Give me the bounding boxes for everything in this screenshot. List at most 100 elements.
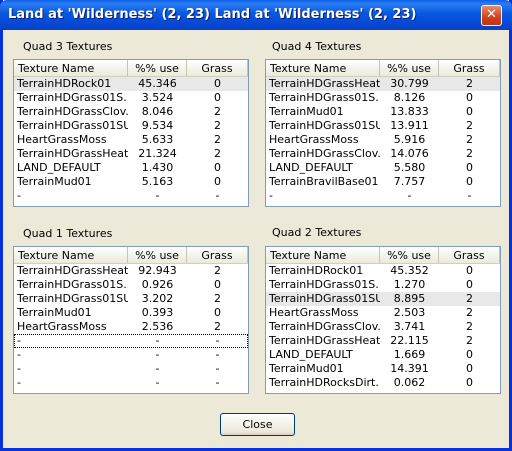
use-percent-cell: 8.895	[393, 292, 426, 305]
column-header-use[interactable]: %% use	[380, 247, 439, 263]
table-row[interactable]: TerrainHDGrass01S... 8.126 0	[266, 91, 500, 105]
use-percent-cell: -	[407, 189, 412, 202]
close-button[interactable]: Close	[220, 413, 295, 436]
quad1-label: Quad 1 Textures	[23, 227, 113, 240]
grass-cell: 0	[466, 362, 473, 375]
texture-name-cell: TerrainHDGrassClov...	[269, 147, 380, 160]
table-row[interactable]: TerrainHDGrass01S... 1.270 0	[266, 278, 500, 292]
texture-name-cell: TerrainHDGrass01S...	[269, 278, 380, 291]
title-bar[interactable]: Land at 'Wilderness' (2, 23) Land at 'Wi…	[0, 0, 512, 30]
table-row[interactable]: TerrainHDGrass01S... 3.524 0	[14, 91, 248, 105]
table-row[interactable]: LAND_DEFAULT 5.580 0	[266, 161, 500, 175]
texture-name-cell: TerrainHDRock01	[269, 264, 364, 277]
table-row[interactable]: ---	[14, 348, 248, 362]
table-row[interactable]: TerrainHDGrass01SU 3.202 2	[14, 292, 248, 306]
table-row[interactable]: TerrainHDGrassClov... 8.046 2	[14, 105, 248, 119]
grass-cell: 2	[466, 77, 473, 90]
table-row[interactable]: TerrainHDGrass01SU 13.911 2	[266, 119, 500, 133]
table-row[interactable]: TerrainHDRocksDirt... 0.062 0	[266, 376, 500, 390]
use-percent-cell: 8.046	[141, 105, 174, 118]
use-percent-cell: 0.062	[393, 376, 426, 389]
texture-name-cell: LAND_DEFAULT	[269, 161, 353, 174]
use-percent-cell: 13.833	[390, 105, 429, 118]
table-row[interactable]: TerrainBravilBase01 7.757 0	[266, 175, 500, 189]
column-header-grass[interactable]: Grass	[439, 60, 500, 76]
use-percent-cell: 5.916	[393, 133, 426, 146]
grass-cell: 0	[466, 348, 473, 361]
list-header: Texture Name %% use Grass	[266, 60, 500, 77]
use-percent-cell: 3.524	[141, 91, 174, 104]
quad3-texture-list[interactable]: Texture Name %% use Grass TerrainHDRock0…	[13, 59, 249, 207]
table-row[interactable]: LAND_DEFAULT 1.669 0	[266, 348, 500, 362]
table-row[interactable]: ---	[14, 189, 248, 203]
table-row[interactable]: TerrainHDGrassHeat... 30.799 2	[266, 77, 500, 91]
table-row[interactable]: TerrainHDGrass01SU 8.895 2	[266, 292, 500, 306]
table-row[interactable]: TerrainMud01 0.393 0	[14, 306, 248, 320]
grass-cell: 2	[466, 306, 473, 319]
grass-cell: 2	[214, 147, 221, 160]
table-row[interactable]: TerrainHDGrassHeat... 21.324 2	[14, 147, 248, 161]
texture-name-cell: -	[17, 189, 21, 202]
texture-name-cell: TerrainHDGrass01SU	[269, 292, 380, 305]
table-row[interactable]: HeartGrassMoss 5.916 2	[266, 133, 500, 147]
table-row[interactable]: LAND_DEFAULT 1.430 0	[14, 161, 248, 175]
table-row[interactable]: TerrainHDGrassHeat... 92.943 2	[14, 264, 248, 278]
column-header-texture-name[interactable]: Texture Name	[14, 247, 128, 263]
column-header-grass[interactable]: Grass	[187, 247, 248, 263]
table-row[interactable]: ---	[14, 362, 248, 376]
table-row[interactable]: TerrainHDRock01 45.346 0	[14, 77, 248, 91]
table-row[interactable]: ---	[14, 376, 248, 390]
list-header: Texture Name %% use Grass	[14, 60, 248, 77]
table-row[interactable]: TerrainHDGrassClov... 3.741 2	[266, 320, 500, 334]
use-percent-cell: 14.391	[390, 362, 429, 375]
use-percent-cell: -	[155, 362, 160, 375]
table-row[interactable]: HeartGrassMoss 5.633 2	[14, 133, 248, 147]
quad2-texture-list[interactable]: Texture Name %% use Grass TerrainHDRock0…	[265, 246, 501, 394]
quad1-texture-list[interactable]: Texture Name %% use Grass TerrainHDGrass…	[13, 246, 249, 394]
column-header-grass[interactable]: Grass	[439, 247, 500, 263]
grass-cell: 2	[214, 264, 221, 277]
table-row[interactable]: TerrainHDGrass01SU 9.534 2	[14, 119, 248, 133]
grass-cell: 2	[466, 334, 473, 347]
table-row[interactable]: TerrainMud01 14.391 0	[266, 362, 500, 376]
texture-name-cell: HeartGrassMoss	[17, 133, 107, 146]
table-row[interactable]: TerrainHDGrassClov... 14.076 2	[266, 147, 500, 161]
column-header-texture-name[interactable]: Texture Name	[14, 60, 128, 76]
close-icon[interactable]: ✕	[481, 5, 502, 26]
column-header-grass[interactable]: Grass	[187, 60, 248, 76]
table-row[interactable]: ---	[14, 334, 248, 348]
texture-name-cell: TerrainHDGrassHeat...	[17, 147, 128, 160]
use-percent-cell: 3.202	[141, 292, 174, 305]
table-row[interactable]: HeartGrassMoss 2.536 2	[14, 320, 248, 334]
column-header-texture-name[interactable]: Texture Name	[266, 247, 380, 263]
table-row[interactable]: TerrainHDGrassHeat... 22.115 2	[266, 334, 500, 348]
grass-cell: -	[215, 362, 220, 375]
grass-cell: 0	[466, 175, 473, 188]
column-header-texture-name[interactable]: Texture Name	[266, 60, 380, 76]
texture-name-cell: TerrainHDGrassClov...	[17, 105, 128, 118]
use-percent-cell: 45.346	[138, 77, 177, 90]
grass-cell: 0	[466, 105, 473, 118]
column-header-use[interactable]: %% use	[128, 247, 187, 263]
use-percent-cell: 1.430	[141, 161, 174, 174]
table-row[interactable]: TerrainMud01 5.163 0	[14, 175, 248, 189]
texture-name-cell: TerrainBravilBase01	[269, 175, 379, 188]
grass-cell: -	[215, 189, 220, 202]
texture-name-cell: HeartGrassMoss	[269, 306, 359, 319]
quad4-texture-list[interactable]: Texture Name %% use Grass TerrainHDGrass…	[265, 59, 501, 207]
table-row[interactable]: HeartGrassMoss 2.503 2	[266, 306, 500, 320]
grass-cell: 2	[466, 119, 473, 132]
texture-name-cell: -	[269, 189, 273, 202]
grass-cell: 2	[214, 133, 221, 146]
table-row[interactable]: TerrainHDGrass01S... 0.926 0	[14, 278, 248, 292]
use-percent-cell: 1.669	[393, 348, 426, 361]
table-row[interactable]: TerrainHDRock01 45.352 0	[266, 264, 500, 278]
use-percent-cell: 2.503	[393, 306, 426, 319]
column-header-use[interactable]: %% use	[128, 60, 187, 76]
texture-name-cell: TerrainHDGrassHeat...	[17, 264, 128, 277]
table-row[interactable]: TerrainMud01 13.833 0	[266, 105, 500, 119]
table-row[interactable]: ---	[266, 189, 500, 203]
use-percent-cell: 30.799	[390, 77, 429, 90]
quad2-label: Quad 2 Textures	[272, 226, 362, 239]
column-header-use[interactable]: %% use	[380, 60, 439, 76]
